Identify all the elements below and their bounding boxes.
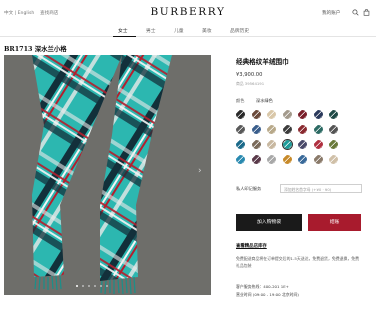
gallery-dot[interactable] — [100, 285, 103, 288]
check-store-stock-link[interactable]: 查看精品店库存 — [236, 243, 267, 249]
color-label: 颜色 — [236, 98, 245, 103]
color-swatch[interactable] — [282, 155, 292, 164]
add-to-bag-button[interactable]: 加入购物袋 — [236, 214, 302, 231]
gallery-dot[interactable] — [106, 285, 109, 288]
color-swatch[interactable] — [313, 140, 323, 149]
monogram-label: 私人印记服务 — [236, 186, 262, 191]
color-swatch[interactable] — [329, 140, 338, 149]
product-image[interactable] — [4, 55, 211, 295]
nav-active-indicator — [113, 36, 136, 37]
color-swatch[interactable] — [280, 138, 294, 151]
nav-item-men[interactable]: 男士 — [146, 27, 156, 34]
nav-item-beauty[interactable]: 美妆 — [202, 27, 212, 34]
color-swatch[interactable] — [267, 125, 276, 134]
color-swatch[interactable] — [313, 125, 323, 134]
gallery-dot[interactable] — [94, 285, 97, 288]
nav-item-women[interactable]: 女士 — [118, 27, 128, 34]
product-title: 经典格纹羊绒围巾 — [236, 58, 289, 66]
gallery-dot[interactable] — [88, 285, 91, 288]
color-swatch[interactable] — [329, 125, 338, 134]
selected-color-name: 深水绿色 — [256, 98, 273, 103]
color-swatch[interactable] — [251, 125, 261, 134]
color-swatch[interactable] — [298, 140, 307, 149]
service-hours: 营业时间 (09:00 - 19:00 北京时间) — [236, 292, 299, 297]
search-icon[interactable] — [352, 9, 359, 16]
brand-logo[interactable]: BURBERRY — [0, 6, 376, 18]
color-swatch[interactable] — [267, 110, 276, 119]
monogram-input[interactable]: 添加姓名首字母 (+¥0 · ¥0) — [280, 184, 362, 193]
nav-item-children[interactable]: 儿童 — [174, 27, 184, 34]
product-price: ¥3,900.00 — [236, 72, 263, 78]
color-swatch[interactable] — [267, 155, 276, 164]
gallery-dot[interactable] — [76, 285, 79, 288]
color-swatch[interactable] — [329, 110, 338, 119]
gallery-dot[interactable] — [82, 285, 85, 288]
color-swatch[interactable] — [267, 140, 276, 149]
checkout-button[interactable]: 结账 — [308, 214, 361, 231]
color-swatch[interactable] — [236, 155, 245, 164]
gallery-dots — [76, 285, 116, 289]
nav-item-heritage[interactable]: 品牌历史 — [230, 27, 249, 34]
item-number: 商品 39564191 — [236, 81, 265, 86]
color-swatch[interactable] — [298, 110, 307, 119]
color-swatch[interactable] — [298, 125, 307, 134]
color-swatch[interactable] — [236, 125, 245, 134]
shipping-info: 免费配送商品将在订单提交后的1-5天送达，免费退货，免费退换，免费礼品包装 — [236, 256, 360, 268]
color-swatch[interactable] — [236, 110, 245, 119]
main-nav: 女士 男士 儿童 美妆 品牌历史 — [0, 24, 376, 37]
color-swatch[interactable] — [282, 110, 292, 119]
color-swatch[interactable] — [329, 155, 338, 164]
color-swatch-grid — [236, 110, 346, 182]
shopping-bag-icon[interactable] — [363, 9, 370, 16]
top-bar: 中文 | English 查找商店 BURBERRY 我的账户 — [0, 0, 376, 24]
color-swatch[interactable] — [282, 125, 292, 134]
color-swatch[interactable] — [251, 155, 261, 164]
gallery-next-arrow[interactable]: › — [198, 166, 202, 176]
account-link[interactable]: 我的账户 — [322, 10, 340, 16]
color-swatch[interactable] — [251, 110, 261, 119]
customer-service-hotline: 客户服务热线：400-201 1E+ — [236, 284, 289, 289]
color-swatch[interactable] — [236, 140, 245, 149]
scarf-image — [32, 55, 172, 295]
color-swatch[interactable] — [313, 110, 323, 119]
color-swatch[interactable] — [313, 155, 323, 164]
product-code: BR1713 深水兰小格 — [4, 45, 67, 53]
color-swatch[interactable] — [251, 140, 261, 149]
color-swatch[interactable] — [298, 155, 307, 164]
